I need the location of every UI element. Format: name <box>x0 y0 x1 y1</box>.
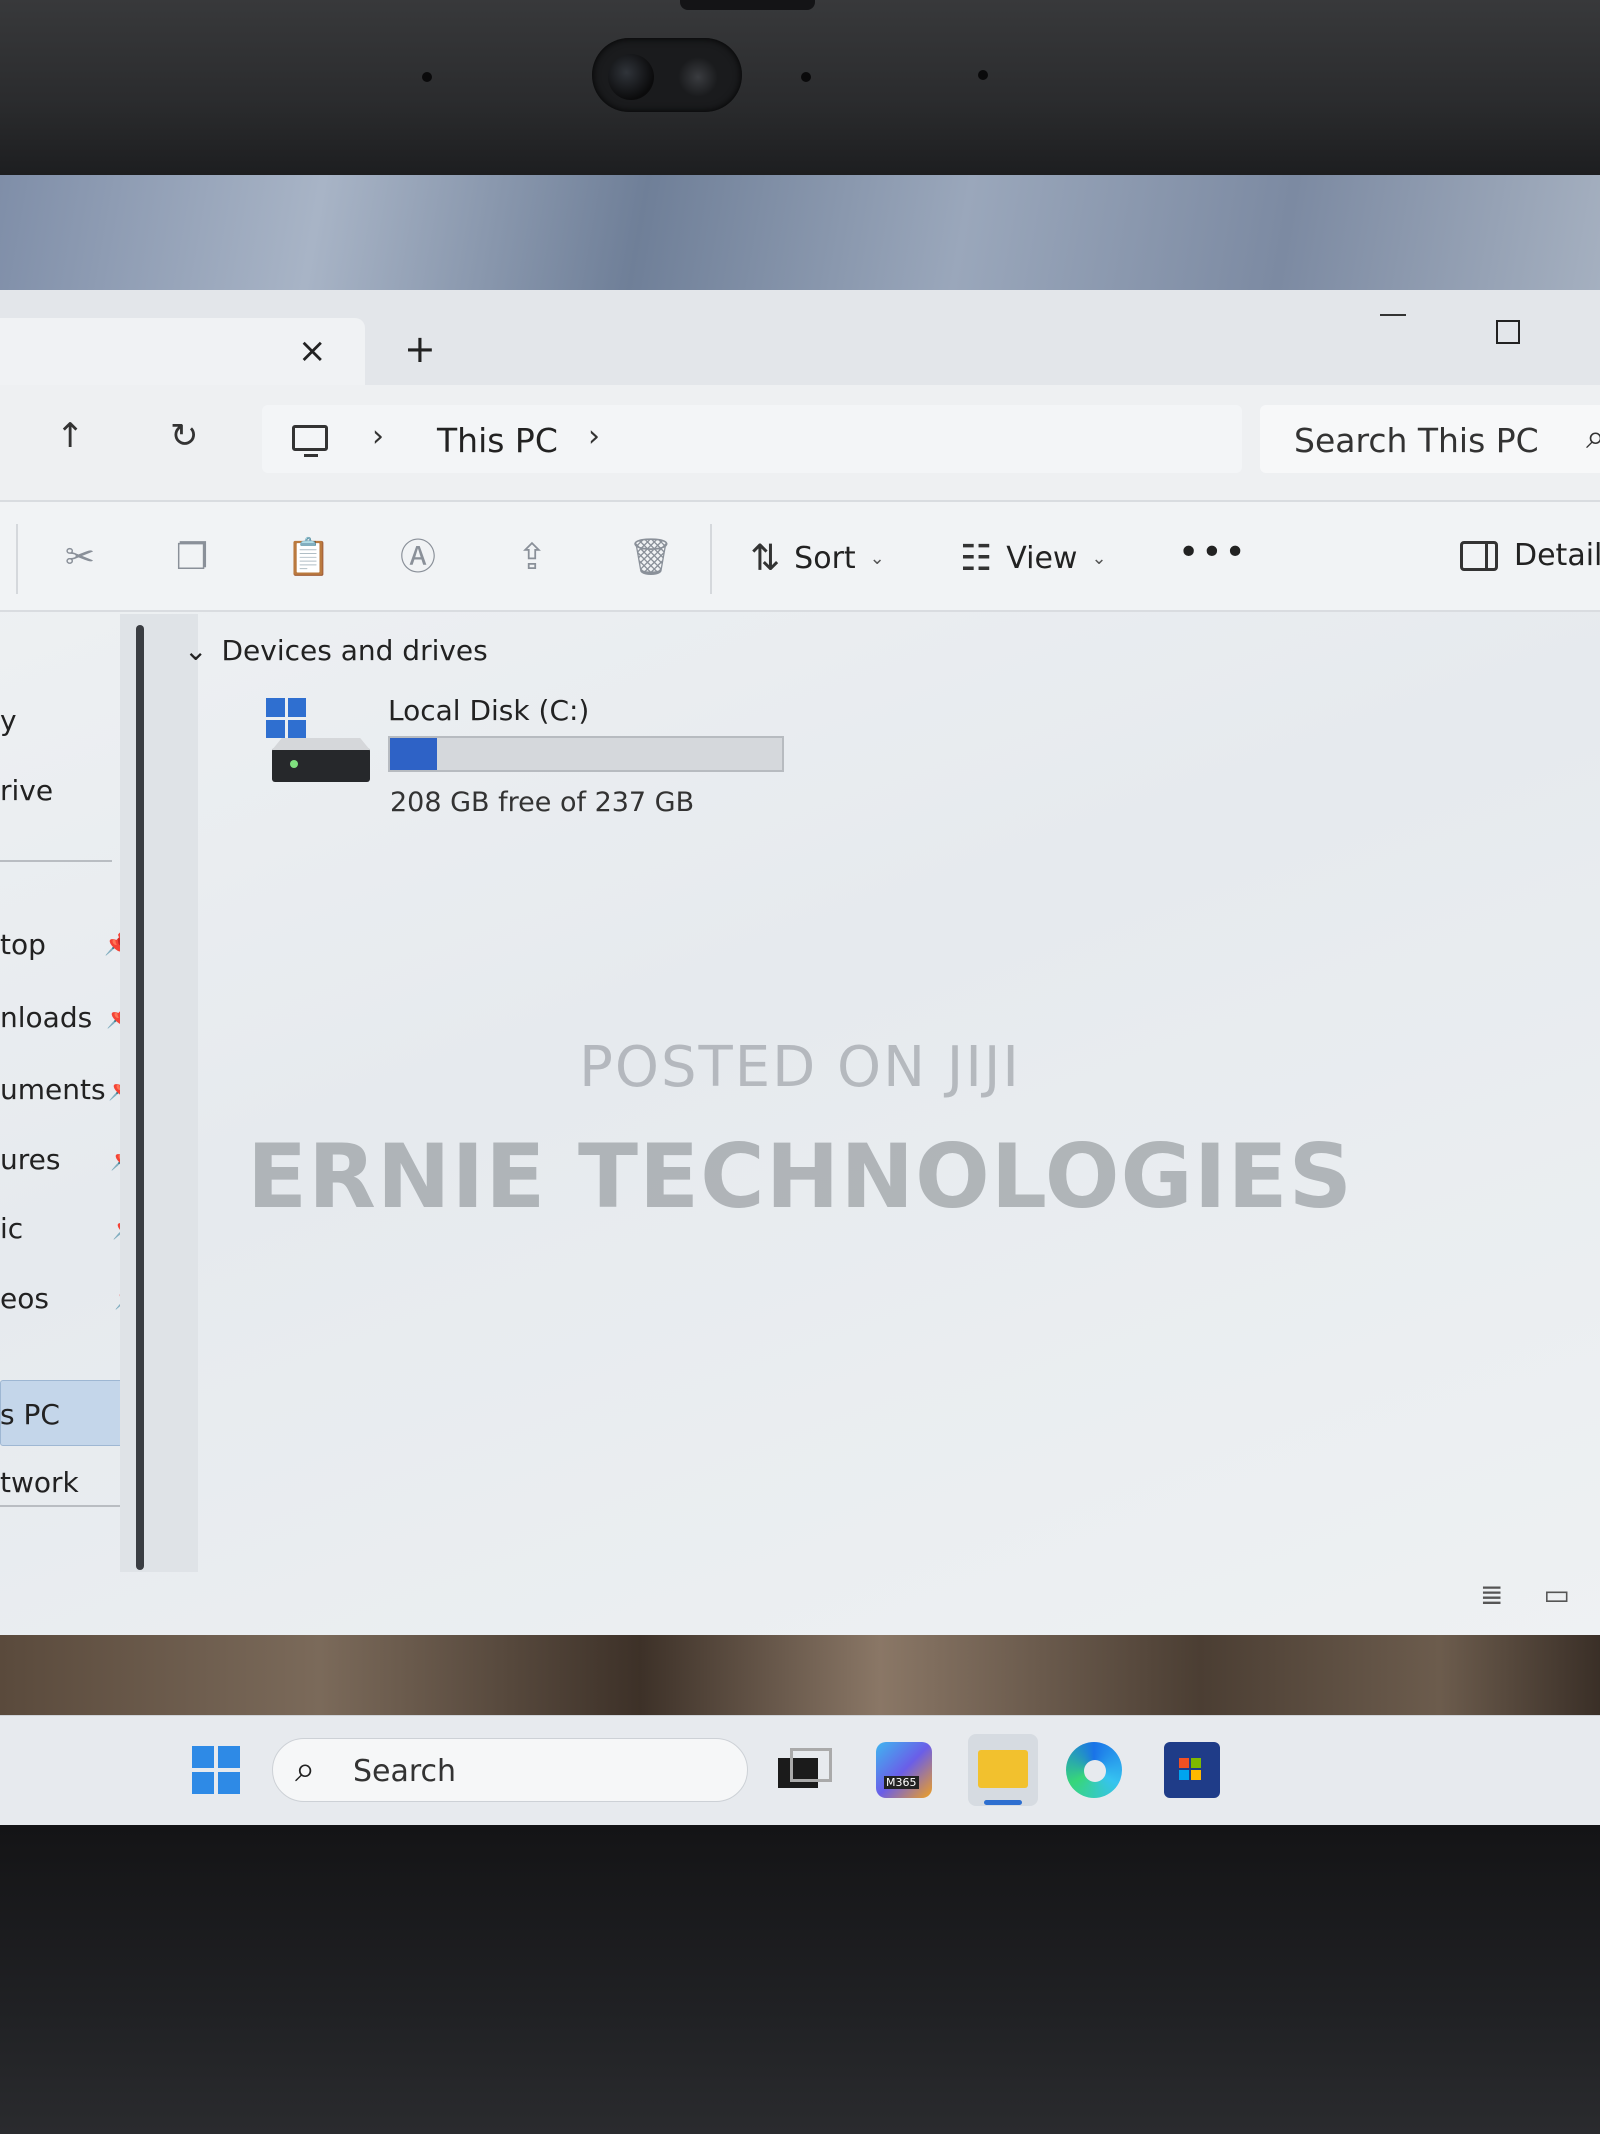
refresh-icon[interactable]: ↻ <box>170 419 199 453</box>
copy-icon[interactable]: ❐ <box>172 538 212 578</box>
rename-icon[interactable]: Ⓐ <box>398 538 438 578</box>
laptop-bezel-bottom <box>0 1825 1600 2134</box>
webcam-sensor <box>678 57 718 97</box>
search-icon: ⌕ <box>295 1749 316 1790</box>
minimize-button[interactable] <box>1380 314 1406 316</box>
details-pane-button[interactable]: Details <box>1460 538 1600 573</box>
toolbar-divider <box>710 524 712 594</box>
more-options-button[interactable]: ••• <box>1178 532 1248 573</box>
address-bar: ↑ ↻ › This PC › Search This PC ⌕ <box>0 385 1600 500</box>
delete-icon[interactable]: 🗑 <box>628 538 674 578</box>
edge-browser-icon[interactable] <box>1066 1742 1122 1798</box>
details-label: Details <box>1514 538 1600 573</box>
microsoft-store-icon[interactable] <box>1164 1742 1220 1798</box>
up-arrow-icon[interactable]: ↑ <box>56 419 85 453</box>
toolbar-divider <box>16 524 18 594</box>
sidebar-item[interactable]: y <box>0 704 17 737</box>
chevron-down-icon: ⌄ <box>1091 548 1107 569</box>
m365-badge: M365 <box>884 1776 919 1789</box>
start-button[interactable] <box>192 1746 240 1794</box>
chevron-right-icon[interactable]: › <box>588 419 600 454</box>
screen: × + ↑ ↻ › This PC › Search This PC ⌕ ✂ ❐ <box>0 175 1600 1825</box>
sidebar-item[interactable]: twork <box>0 1466 79 1499</box>
desktop-wallpaper-top <box>0 175 1600 295</box>
windows-logo-icon <box>266 698 306 738</box>
sort-label: Sort <box>794 541 856 576</box>
microsoft-365-icon[interactable]: M365 <box>876 1742 932 1798</box>
drive-name: Local Disk (C:) <box>388 694 590 727</box>
group-title: Devices and drives <box>221 634 488 667</box>
sidebar-item[interactable]: nloads <box>0 1001 92 1034</box>
sidebar-divider <box>0 1505 132 1507</box>
breadcrumb-this-pc[interactable]: This PC <box>437 421 558 460</box>
search-placeholder: Search This PC <box>1294 421 1539 460</box>
webcam <box>592 38 742 112</box>
sidebar-divider <box>0 860 112 862</box>
title-bar: × + <box>0 290 1600 385</box>
breadcrumb[interactable]: › This PC › <box>262 405 1242 473</box>
sidebar-item[interactable]: top <box>0 928 46 961</box>
sidebar-item[interactable]: rive <box>0 774 53 807</box>
bezel-sensor-dot <box>801 72 811 82</box>
cut-icon[interactable]: ✂ <box>60 538 100 578</box>
view-button[interactable]: ☷ View ⌄ <box>960 538 1107 579</box>
sidebar-item[interactable]: s PC <box>0 1398 60 1431</box>
desktop-wallpaper-bottom <box>0 1635 1600 1715</box>
taskbar-search-label: Search <box>353 1754 457 1789</box>
bezel-mic-dot <box>978 70 988 80</box>
share-icon[interactable]: ⇪ <box>512 538 552 578</box>
search-input[interactable]: Search This PC ⌕ <box>1260 405 1600 473</box>
details-view-icon[interactable]: ≣ <box>1480 1578 1503 1611</box>
sort-icon: ⇅ <box>750 538 781 579</box>
maximize-button[interactable] <box>1496 320 1520 344</box>
drive-tile-local-disk[interactable]: Local Disk (C:) 208 GB free of 237 GB <box>266 694 866 834</box>
drive-space-text: 208 GB free of 237 GB <box>390 787 695 818</box>
watermark-line2: ERNIE TECHNOLOGIES <box>246 1125 1354 1228</box>
bezel-sensor-dot <box>422 72 432 82</box>
search-icon: ⌕ <box>1586 417 1600 457</box>
view-icon: ☷ <box>960 538 993 579</box>
file-explorer-window: × + ↑ ↻ › This PC › Search This PC ⌕ ✂ ❐ <box>0 290 1600 1655</box>
large-icons-view-icon[interactable]: ▭ <box>1543 1578 1569 1611</box>
close-tab-icon[interactable]: × <box>298 334 327 368</box>
details-pane-icon <box>1460 540 1498 571</box>
drive-usage-bar <box>388 736 784 772</box>
view-label: View <box>1006 541 1078 576</box>
chevron-down-icon: ⌄ <box>869 548 885 569</box>
command-bar: ✂ ❐ 📋 Ⓐ ⇪ 🗑 ⇅ Sort ⌄ ☷ View ⌄ ••• Detail… <box>0 500 1600 612</box>
drive-usage-fill <box>390 738 438 770</box>
taskbar: ⌕ Search M365 <box>0 1715 1600 1825</box>
sort-button[interactable]: ⇅ Sort ⌄ <box>750 538 885 579</box>
file-explorer-icon[interactable] <box>968 1734 1038 1806</box>
view-switcher: ≣ ▭ <box>1480 1578 1570 1611</box>
tab-this-pc[interactable]: × <box>0 318 365 385</box>
computer-icon <box>292 425 328 457</box>
webcam-lens <box>608 54 654 100</box>
hard-drive-icon <box>266 698 376 788</box>
watermark-line1: POSTED ON JIJI <box>579 1035 1021 1100</box>
chevron-down-icon: ⌄ <box>184 634 208 667</box>
chevron-right-icon[interactable]: › <box>372 419 384 454</box>
task-view-icon[interactable] <box>774 1742 832 1798</box>
new-tab-button[interactable]: + <box>404 330 436 368</box>
sidebar-item[interactable]: eos <box>0 1282 49 1315</box>
group-header-devices[interactable]: ⌄ Devices and drives <box>184 634 488 667</box>
bezel-hinge <box>680 0 815 10</box>
laptop-bezel-top <box>0 0 1600 175</box>
taskbar-search[interactable]: ⌕ Search <box>272 1738 748 1802</box>
paste-icon[interactable]: 📋 <box>286 538 331 578</box>
